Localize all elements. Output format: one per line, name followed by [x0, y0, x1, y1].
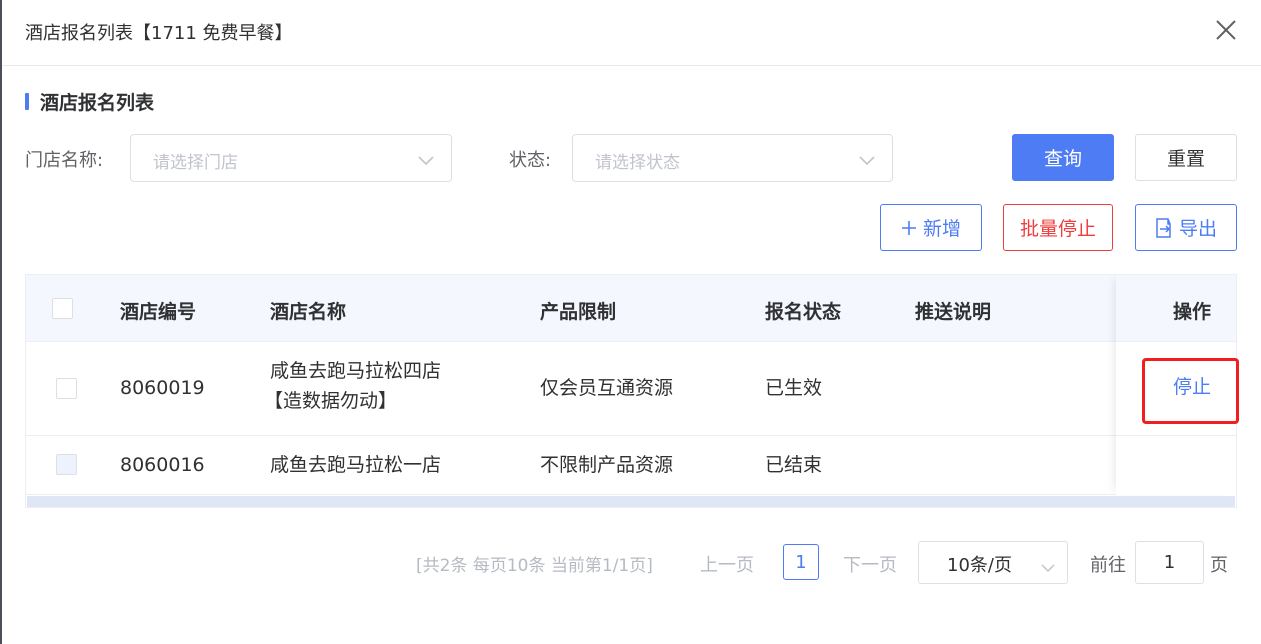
table-row: 8060016 咸鱼去跑马拉松一店 不限制产品资源 已结束: [26, 436, 1236, 495]
status-filter-label: 状态:: [509, 150, 552, 171]
add-button[interactable]: 新增: [880, 204, 982, 251]
export-icon: [1155, 217, 1173, 238]
header-hotel-code: 酒店编号: [120, 301, 197, 323]
export-button-label: 导出: [1178, 218, 1217, 240]
page-number-label: 1: [795, 551, 807, 573]
cell-hotel-name: 咸鱼去跑马拉松四店 【造数据勿动】: [264, 356, 442, 416]
cell-hotel-name: 咸鱼去跑马拉松一店: [270, 454, 442, 476]
dialog-header: 酒店报名列表【1711 免费早餐】: [2, 0, 1261, 66]
table-header: 酒店编号 酒店名称 产品限制 报名状态 推送说明: [26, 275, 1236, 342]
row-checkbox[interactable]: [56, 378, 77, 399]
select-all-checkbox[interactable]: [52, 298, 73, 319]
table-row: 8060019 咸鱼去跑马拉松四店 【造数据勿动】 仅会员互通资源 已生效: [26, 342, 1236, 436]
header-product-limit: 产品限制: [540, 301, 617, 323]
cell-signup-status: 已生效: [765, 377, 823, 399]
chevron-down-icon: [858, 152, 876, 166]
section-title: 酒店报名列表: [25, 89, 155, 114]
status-select-placeholder: 请选择状态: [595, 153, 680, 173]
section-title-bar: [25, 92, 29, 110]
hotel-table: 酒店编号 酒店名称 产品限制 报名状态 推送说明 8060019 咸鱼去跑马拉松…: [25, 274, 1237, 508]
highlight-annotation-box: [1142, 358, 1239, 424]
query-button-label: 查询: [1043, 148, 1082, 170]
cell-product-limit: 不限制产品资源: [540, 454, 674, 476]
goto-page-input[interactable]: 1: [1135, 541, 1204, 584]
dialog-title: 酒店报名列表【1711 免费早餐】: [25, 23, 293, 44]
cell-hotel-code: 8060016: [120, 454, 205, 476]
horizontal-scrollbar[interactable]: [27, 496, 1235, 507]
store-filter-label: 门店名称:: [25, 150, 104, 171]
batch-stop-button-label: 批量停止: [1019, 218, 1096, 240]
header-hotel-name: 酒店名称: [270, 301, 347, 323]
page-size-select[interactable]: 10条/页: [918, 541, 1068, 584]
operation-header-cell: 操作: [1116, 275, 1236, 342]
next-page-button[interactable]: 下一页: [843, 551, 897, 577]
query-button[interactable]: 查询: [1012, 134, 1114, 181]
cell-hotel-code: 8060019: [120, 377, 205, 399]
plus-icon: [901, 220, 917, 236]
prev-page-button[interactable]: 上一页: [700, 551, 754, 577]
window-left-edge: [0, 0, 2, 644]
cell-signup-status: 已结束: [765, 454, 823, 476]
cell-hotel-name-line1: 咸鱼去跑马拉松四店: [270, 360, 442, 382]
page-suffix-label: 页: [1210, 555, 1228, 576]
status-select[interactable]: 请选择状态: [572, 134, 893, 182]
add-button-label: 新增: [922, 218, 961, 240]
close-icon[interactable]: [1214, 18, 1238, 42]
cell-product-limit: 仅会员互通资源: [540, 377, 674, 399]
reset-button[interactable]: 重置: [1135, 134, 1237, 181]
section-title-text: 酒店报名列表: [40, 91, 155, 114]
chevron-down-icon: [1041, 558, 1055, 573]
goto-label: 前往: [1090, 555, 1126, 576]
header-signup-status: 报名状态: [765, 301, 842, 323]
header-push-note: 推送说明: [915, 301, 992, 323]
pagination-total: [共2条 每页10条 当前第1/1页]: [416, 556, 653, 576]
header-operation: 操作: [1173, 301, 1212, 323]
store-select-placeholder: 请选择门店: [153, 153, 238, 173]
export-button[interactable]: 导出: [1135, 204, 1237, 251]
cell-hotel-name-line2: 【造数据勿动】: [264, 390, 398, 412]
chevron-down-icon: [417, 152, 435, 166]
row-checkbox: [56, 454, 77, 475]
batch-stop-button[interactable]: 批量停止: [1003, 204, 1113, 251]
reset-button-label: 重置: [1166, 148, 1205, 170]
store-select[interactable]: 请选择门店: [130, 134, 452, 182]
page-size-value: 10条/页: [947, 555, 1012, 576]
page-number-current[interactable]: 1: [783, 544, 819, 580]
